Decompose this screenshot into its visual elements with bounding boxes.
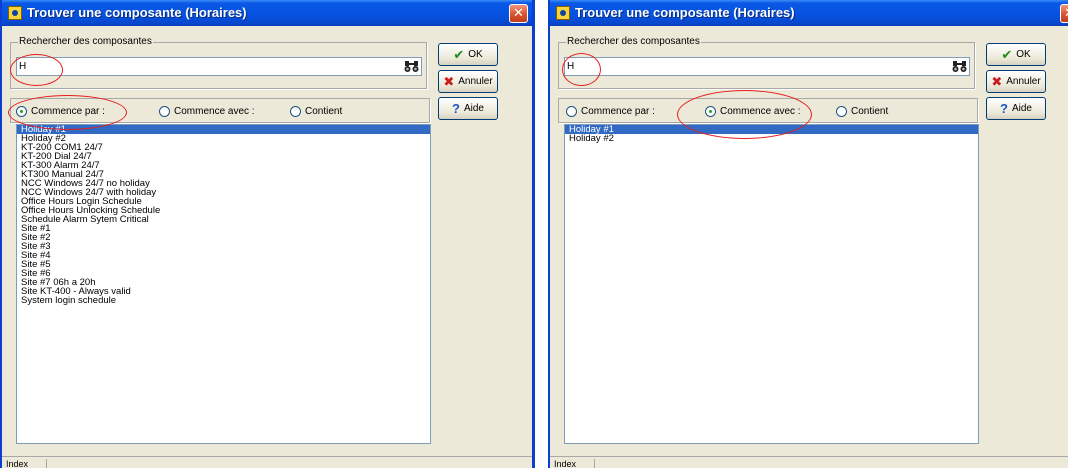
cancel-button[interactable]: ✖ Annuler [438,70,498,93]
list-item[interactable]: Site #5 [17,260,430,270]
list-item[interactable]: Site #1 [17,224,430,234]
status-bar: Index [2,456,532,468]
checkmark-icon: ✔ [453,46,465,62]
radio-label: Commence par : [581,105,655,117]
cancel-label: Annuler [458,76,493,87]
results-list[interactable]: Holiday #1 Holiday #2 [564,124,979,444]
title-bar[interactable]: Trouver une composante (Horaires) ✕ [550,0,1068,26]
radio-label: Contient [305,105,343,117]
ok-button[interactable]: ✔ OK [438,43,498,66]
help-label: Aide [463,103,484,114]
radio-dot[interactable] [566,105,577,117]
list-item[interactable]: Holiday #2 [565,134,978,144]
close-button[interactable]: ✕ [509,4,528,23]
search-group-label: Rechercher des composantes [566,36,701,47]
x-icon: ✖ [991,73,1003,89]
binoculars-icon[interactable] [952,60,967,73]
list-item[interactable]: System login schedule [17,296,430,306]
help-label: Aide [1011,103,1032,114]
help-button[interactable]: ? Aide [438,97,498,120]
ok-button[interactable]: ✔ OK [986,43,1046,66]
cancel-label: Annuler [1006,76,1041,87]
status-bar: Index [550,456,1068,468]
window-title: Trouver une composante (Horaires) [27,5,247,20]
radio-label: Commence avec : [174,105,255,117]
status-index: Index [554,459,595,468]
radio-contains[interactable]: Contient [836,104,888,118]
search-input[interactable] [19,59,389,74]
find-dialog-left: Trouver une composante (Horaires) ✕ Rech… [0,0,535,468]
radio-contains[interactable]: Contient [290,104,342,118]
binoculars-icon[interactable] [404,60,419,73]
radio-label: Contient [851,105,889,117]
search-input[interactable] [567,59,937,74]
window-title: Trouver une composante (Horaires) [575,5,795,20]
list-item[interactable]: Site #3 [17,242,430,252]
app-icon [556,6,570,20]
radio-dot[interactable] [290,105,301,117]
radio-label: Commence avec : [720,105,801,117]
search-group-label: Rechercher des composantes [18,36,153,47]
title-bar[interactable]: Trouver une composante (Horaires) ✕ [2,0,532,26]
x-icon: ✖ [443,73,455,89]
radio-dot-selected[interactable] [705,105,716,117]
list-item[interactable]: Site #2 [17,233,430,243]
app-icon [8,6,22,20]
search-field[interactable] [16,57,422,76]
question-mark-icon: ? [1000,101,1008,116]
ok-label: OK [1016,49,1031,60]
checkmark-icon: ✔ [1001,46,1013,62]
radio-dot[interactable] [159,105,170,117]
list-item[interactable]: Holiday #1 [17,125,430,134]
radio-dot-selected[interactable] [16,105,27,117]
radio-dot[interactable] [836,105,847,117]
radio-starts-with[interactable]: Commence par : [566,104,655,118]
help-button[interactable]: ? Aide [986,97,1046,120]
status-index: Index [6,459,47,468]
results-list[interactable]: Holiday #1 Holiday #2 KT-200 COM1 24/7 K… [16,124,431,444]
list-item[interactable]: Site #4 [17,251,430,261]
list-item[interactable]: Schedule Alarm Sytem Critical [17,215,430,225]
cancel-button[interactable]: ✖ Annuler [986,70,1046,93]
radio-begins-with[interactable]: Commence avec : [705,104,801,118]
list-item[interactable]: Holiday #1 [565,125,978,134]
search-field[interactable] [564,57,970,76]
close-button[interactable]: ✕ [1060,4,1068,23]
radio-begins-with[interactable]: Commence avec : [159,104,255,118]
ok-label: OK [468,49,483,60]
radio-starts-with[interactable]: Commence par : [16,104,105,118]
find-dialog-right: Trouver une composante (Horaires) ✕ Rech… [548,0,1068,468]
radio-label: Commence par : [31,105,105,117]
question-mark-icon: ? [452,101,460,116]
